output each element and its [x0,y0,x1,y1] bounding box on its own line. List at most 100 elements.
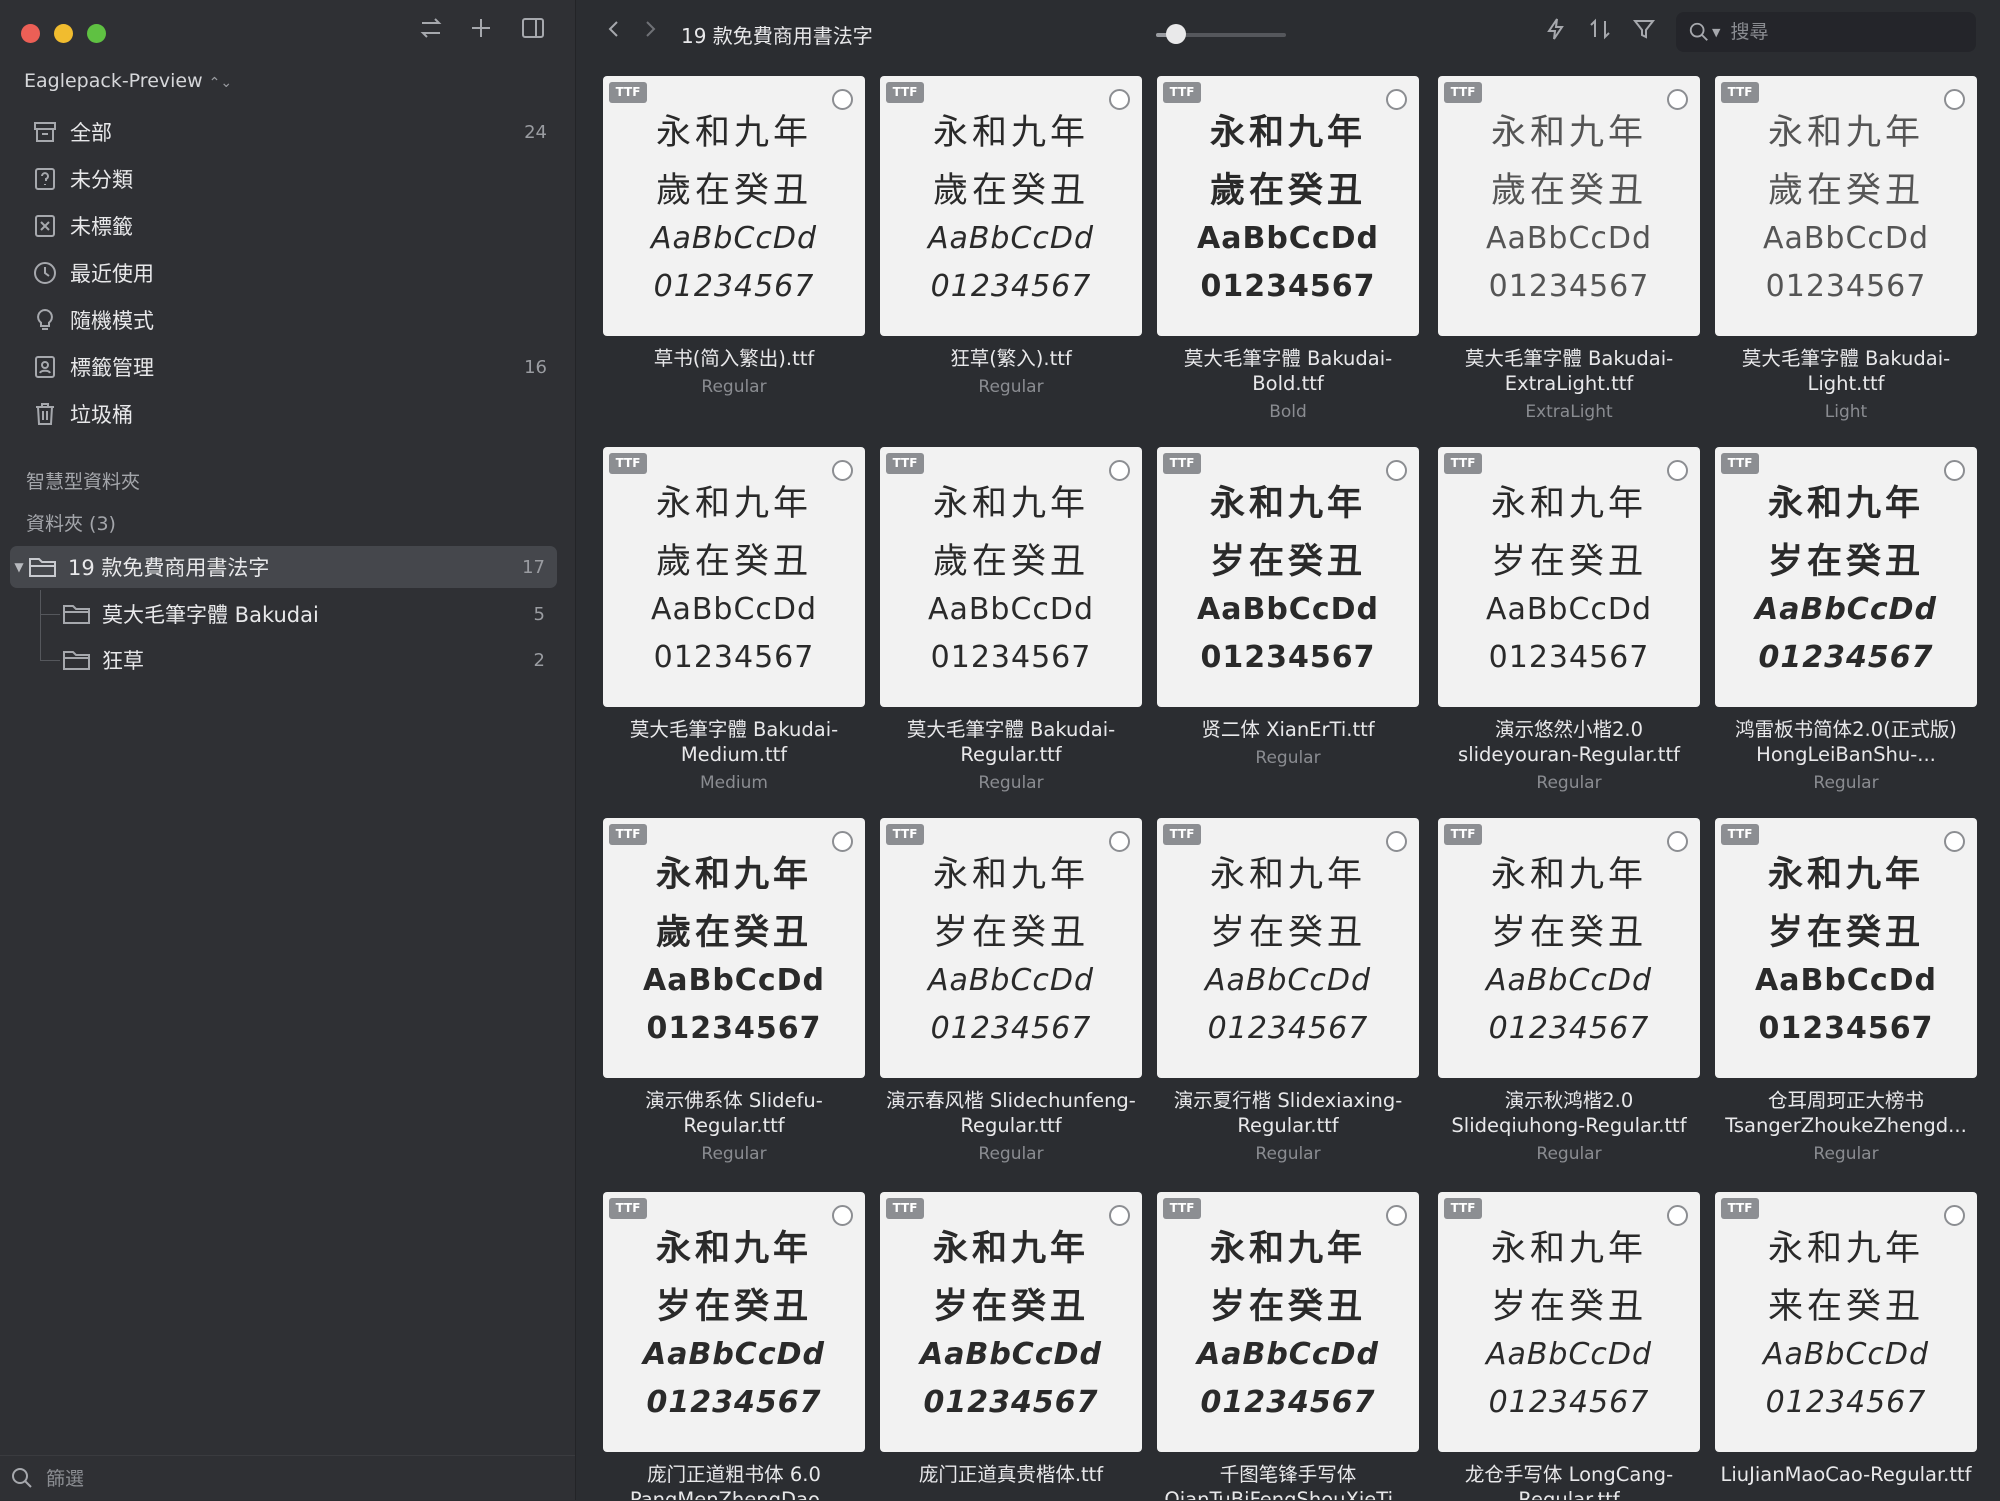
folders-heading[interactable]: 資料夾 (3) [26,509,116,536]
thumbnail-size-slider[interactable] [1156,24,1286,44]
font-file-name: 莫大毛筆字體 Bakudai-ExtraLight.ttf [1464,347,1674,395]
font-card[interactable]: TTF 永和九年 歲在癸丑 AaBbCcDd 01234567 莫大毛筆字體 Bakuda… [1157,76,1419,422]
sample-line: 01234567 [1488,269,1650,304]
font-style-label: Regular [701,377,767,397]
sample-line: 岁在癸丑 [1767,912,1924,953]
search-box[interactable]: ▼ [1676,12,1976,52]
font-preview-thumbnail[interactable]: TTF 永和九年 歲在癸丑 AaBbCcDd 01234567 [603,818,865,1078]
file-type-badge: TTF [1721,824,1759,845]
sort-icon[interactable] [1584,17,1616,49]
sample-line: AaBbCcDd [1197,592,1379,627]
font-preview-thumbnail[interactable]: TTF 永和九年 岁在癸丑 AaBbCcDd 01234567 [1157,447,1419,707]
sample-line: 01234567 [1488,1385,1650,1420]
library-switcher[interactable]: Eaglepack-Preview ⌃⌄ [24,70,232,92]
sample-line: 01234567 [1200,1385,1376,1420]
nav-item-all[interactable]: 全部 24 [22,111,557,153]
font-preview-thumbnail[interactable]: TTF 永和九年 歲在癸丑 AaBbCcDd 01234567 [1715,76,1977,336]
nav-item-untagged[interactable]: 未標籤 [22,205,557,247]
font-card[interactable]: TTF 永和九年 岁在癸丑 AaBbCcDd 01234567 演示悠然小楷2.0 sli… [1438,447,1700,793]
folder-label: 19 款免費商用書法字 [68,556,270,580]
font-preview-thumbnail[interactable]: TTF 永和九年 歲在癸丑 AaBbCcDd 01234567 [880,447,1142,707]
font-preview-thumbnail[interactable]: TTF 永和九年 岁在癸丑 AaBbCcDd 01234567 [1715,447,1977,707]
close-window-button[interactable] [21,24,40,43]
font-preview-thumbnail[interactable]: TTF 永和九年 岁在癸丑 AaBbCcDd 01234567 [603,1192,865,1452]
font-card[interactable]: TTF 永和九年 岁在癸丑 AaBbCcDd 01234567 演示夏行楷 Slidexi… [1157,818,1419,1164]
add-icon[interactable] [463,15,499,51]
font-file-name: 鸿雷板书简体2.0(正式版) HongLeiBanShu-... [1735,718,1957,766]
font-card[interactable]: TTF 永和九年 岁在癸丑 AaBbCcDd 01234567 演示秋鸿楷2.0 Slid… [1438,818,1700,1164]
lightning-icon[interactable] [1540,17,1572,49]
font-preview-thumbnail[interactable]: TTF 永和九年 岁在癸丑 AaBbCcDd 01234567 [1157,1192,1419,1452]
font-preview-thumbnail[interactable]: TTF 永和九年 歲在癸丑 AaBbCcDd 01234567 [603,447,865,707]
font-preview-thumbnail[interactable]: TTF 永和九年 歲在癸丑 AaBbCcDd 01234567 [1438,76,1700,336]
sample-line: AaBbCcDd [1762,1337,1930,1372]
font-preview-thumbnail[interactable]: TTF 永和九年 歲在癸丑 AaBbCcDd 01234567 [1157,76,1419,336]
font-file-name: 千图笔锋手写体 QianTuBiFengShouXieTi... [1164,1463,1412,1500]
font-preview-thumbnail[interactable]: TTF 永和九年 岁在癸丑 AaBbCcDd 01234567 [1438,818,1700,1078]
font-preview-thumbnail[interactable]: TTF 永和九年 来在癸丑 AaBbCcDd 01234567 [1715,1192,1977,1452]
font-card[interactable]: TTF 永和九年 岁在癸丑 AaBbCcDd 01234567 仓耳周珂正大榜书 Tsan… [1715,818,1977,1164]
chevron-down-icon[interactable]: ▼ [1712,26,1720,39]
file-type-badge: TTF [1444,824,1482,845]
sample-line: AaBbCcDd [650,221,818,256]
font-file-name: 庞门正道粗书体 6.0 PangMenZhengDao... [629,1463,839,1500]
folder-item-calligraphy[interactable]: ▼ 19 款免費商用書法字 17 [10,546,557,588]
filter-input[interactable] [44,1466,448,1491]
sample-line: 来在癸丑 [1767,1287,1924,1327]
font-preview-thumbnail[interactable]: TTF 永和九年 歲在癸丑 AaBbCcDd 01234567 [880,76,1142,336]
font-preview-thumbnail[interactable]: TTF 永和九年 岁在癸丑 AaBbCcDd 01234567 [1715,818,1977,1078]
sample-line: AaBbCcDd [927,592,1095,627]
forward-icon[interactable] [634,17,666,49]
swap-icon[interactable] [413,15,449,51]
font-file-name: 仓耳周珂正大榜书 TsangerZhoukeZhengd... [1725,1089,1967,1137]
sample-line: 岁在癸丑 [1490,542,1647,582]
font-preview-thumbnail[interactable]: TTF 永和九年 岁在癸丑 AaBbCcDd 01234567 [1157,818,1419,1078]
sample-line: 01234567 [1207,1011,1369,1046]
folder-item-kuangcao[interactable]: 狂草 2 [44,639,557,681]
slider-knob[interactable] [1166,24,1186,44]
sample-line: 岁在癸丑 [1209,913,1366,953]
sample-line: 01234567 [1758,640,1934,675]
font-card[interactable]: TTF 永和九年 岁在癸丑 AaBbCcDd 01234567 龙仓手写体 LongCan… [1438,1192,1700,1500]
font-card[interactable]: TTF 永和九年 歲在癸丑 AaBbCcDd 01234567 莫大毛筆字體 Bakuda… [603,447,865,793]
clock-icon [30,258,60,288]
nav-item-recent[interactable]: 最近使用 [22,252,557,294]
font-style-label: Regular [978,773,1044,793]
font-card[interactable]: TTF 永和九年 歲在癸丑 AaBbCcDd 01234567 莫大毛筆字體 Bakuda… [880,447,1142,793]
search-input[interactable] [1728,20,1953,44]
sample-line: 01234567 [1765,269,1927,304]
minimize-window-button[interactable] [54,24,73,43]
font-card[interactable]: TTF 永和九年 岁在癸丑 AaBbCcDd 01234567 贤二体 XianErTi.… [1157,447,1419,768]
font-card[interactable]: TTF 永和九年 岁在癸丑 AaBbCcDd 01234567 庞门正道粗书体 6.0 P… [603,1192,865,1500]
disclosure-triangle-icon[interactable]: ▼ [10,560,28,574]
smart-folders-heading[interactable]: 智慧型資料夾 [26,467,140,494]
font-card[interactable]: TTF 永和九年 岁在癸丑 AaBbCcDd 01234567 鸿雷板书简体2.0(正式版… [1715,447,1977,793]
back-icon[interactable] [598,17,630,49]
font-card[interactable]: TTF 永和九年 歲在癸丑 AaBbCcDd 01234567 莫大毛筆字體 Bakuda… [1438,76,1700,422]
zoom-window-button[interactable] [87,24,106,43]
font-card[interactable]: TTF 永和九年 岁在癸丑 AaBbCcDd 01234567 千图笔锋手写体 QianT… [1157,1192,1419,1500]
folder-item-bakudai[interactable]: 莫大毛筆字體 Bakudai 5 [44,593,557,635]
nav-item-tag-manager[interactable]: 標籤管理 16 [22,346,557,388]
toolbar: 19 款免費商用書法字 ▼ [576,0,2000,66]
font-card[interactable]: TTF 永和九年 岁在癸丑 AaBbCcDd 01234567 演示春风楷 Slidech… [880,818,1142,1164]
font-card[interactable]: TTF 永和九年 歲在癸丑 AaBbCcDd 01234567 狂草(繁入).ttf Reg… [880,76,1142,397]
nav-item-trash[interactable]: 垃圾桶 [22,393,557,435]
font-preview-thumbnail[interactable]: TTF 永和九年 岁在癸丑 AaBbCcDd 01234567 [1438,447,1700,707]
font-card[interactable]: TTF 永和九年 歲在癸丑 AaBbCcDd 01234567 莫大毛筆字體 Bakuda… [1715,76,1977,422]
toggle-sidebar-icon[interactable] [515,15,551,51]
font-preview-thumbnail[interactable]: TTF 永和九年 岁在癸丑 AaBbCcDd 01234567 [1438,1192,1700,1452]
font-card[interactable]: TTF 永和九年 歲在癸丑 AaBbCcDd 01234567 演示佛系体 Slidefu… [603,818,865,1164]
font-card[interactable]: TTF 永和九年 歲在癸丑 AaBbCcDd 01234567 草书(简入繁出).ttf R… [603,76,865,397]
sample-line: 永和九年 [1767,483,1924,524]
font-preview-thumbnail[interactable]: TTF 永和九年 岁在癸丑 AaBbCcDd 01234567 [880,1192,1142,1452]
font-card[interactable]: TTF 永和九年 来在癸丑 AaBbCcDd 01234567 LiuJianMaoCao… [1715,1192,1977,1493]
filter-icon[interactable] [1628,17,1660,49]
nav-item-unsorted[interactable]: 未分類 [22,158,557,200]
font-card[interactable]: TTF 永和九年 岁在癸丑 AaBbCcDd 01234567 庞门正道真贵楷体.ttf [880,1192,1142,1493]
nav-item-random[interactable]: 隨機模式 [22,299,557,341]
lightbulb-icon [30,305,60,335]
font-preview-thumbnail[interactable]: TTF 永和九年 岁在癸丑 AaBbCcDd 01234567 [880,818,1142,1078]
sample-line: 01234567 [930,269,1092,304]
font-preview-thumbnail[interactable]: TTF 永和九年 歲在癸丑 AaBbCcDd 01234567 [603,76,865,336]
